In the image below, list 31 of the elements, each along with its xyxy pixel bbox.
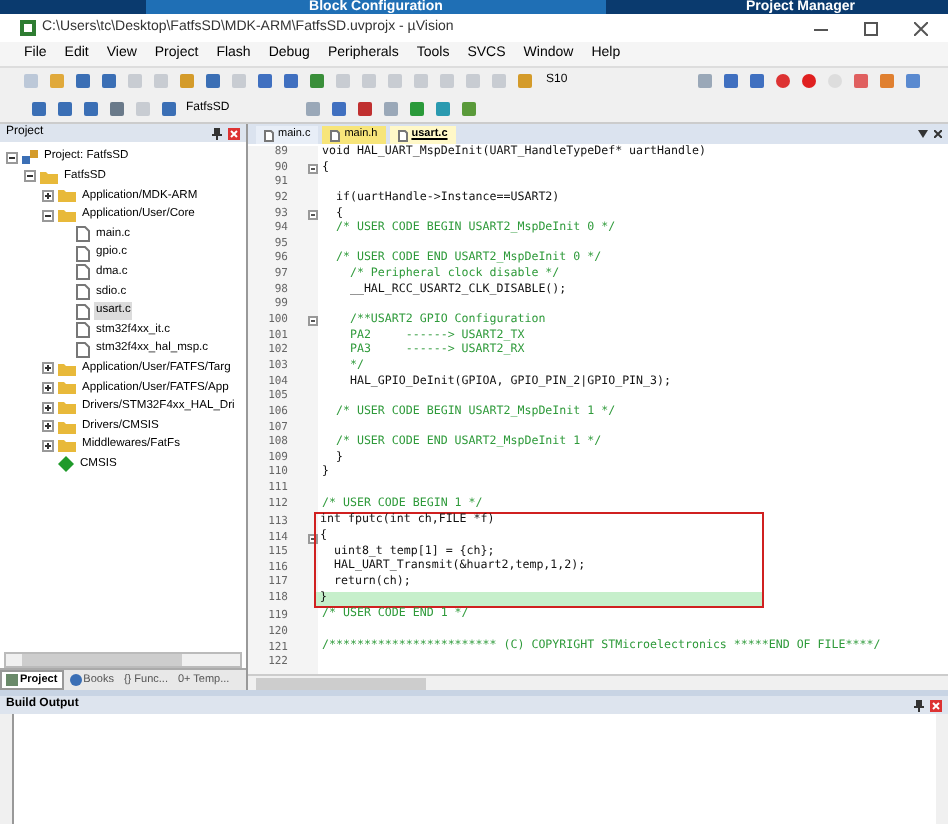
collapse-icon[interactable] bbox=[24, 170, 36, 183]
fold-icon[interactable] bbox=[307, 316, 317, 327]
close-icon[interactable] bbox=[934, 130, 942, 138]
project-icon bbox=[22, 149, 38, 166]
collapse-icon[interactable] bbox=[42, 209, 54, 222]
file-icon bbox=[397, 129, 408, 141]
expand-icon[interactable] bbox=[42, 420, 54, 433]
horizontal-scrollbar[interactable] bbox=[4, 652, 242, 668]
expand-icon[interactable] bbox=[42, 439, 54, 452]
fold-icon[interactable] bbox=[307, 533, 317, 544]
pin-icon[interactable] bbox=[212, 127, 222, 139]
expand-icon[interactable] bbox=[42, 401, 54, 414]
horizontal-scrollbar[interactable] bbox=[248, 674, 948, 690]
circle-icon[interactable] bbox=[774, 72, 792, 90]
file-icon bbox=[330, 129, 341, 141]
close-icon[interactable] bbox=[914, 21, 928, 35]
expand-icon[interactable] bbox=[42, 189, 54, 202]
dropdown-icon[interactable] bbox=[918, 130, 928, 138]
diamond-icon bbox=[58, 456, 74, 473]
pin-icon[interactable] bbox=[914, 699, 924, 711]
maximize-icon[interactable] bbox=[864, 21, 878, 35]
fold-icon[interactable] bbox=[307, 163, 317, 174]
collapse-icon[interactable] bbox=[6, 151, 18, 164]
book-icon bbox=[69, 674, 82, 686]
project-icon bbox=[6, 674, 18, 686]
fold-icon[interactable] bbox=[307, 209, 317, 220]
circle-icon[interactable] bbox=[800, 72, 818, 90]
app-icon bbox=[20, 20, 36, 36]
expand-icon[interactable] bbox=[42, 362, 54, 375]
expand-icon[interactable] bbox=[42, 381, 54, 394]
file-icon bbox=[264, 129, 274, 141]
